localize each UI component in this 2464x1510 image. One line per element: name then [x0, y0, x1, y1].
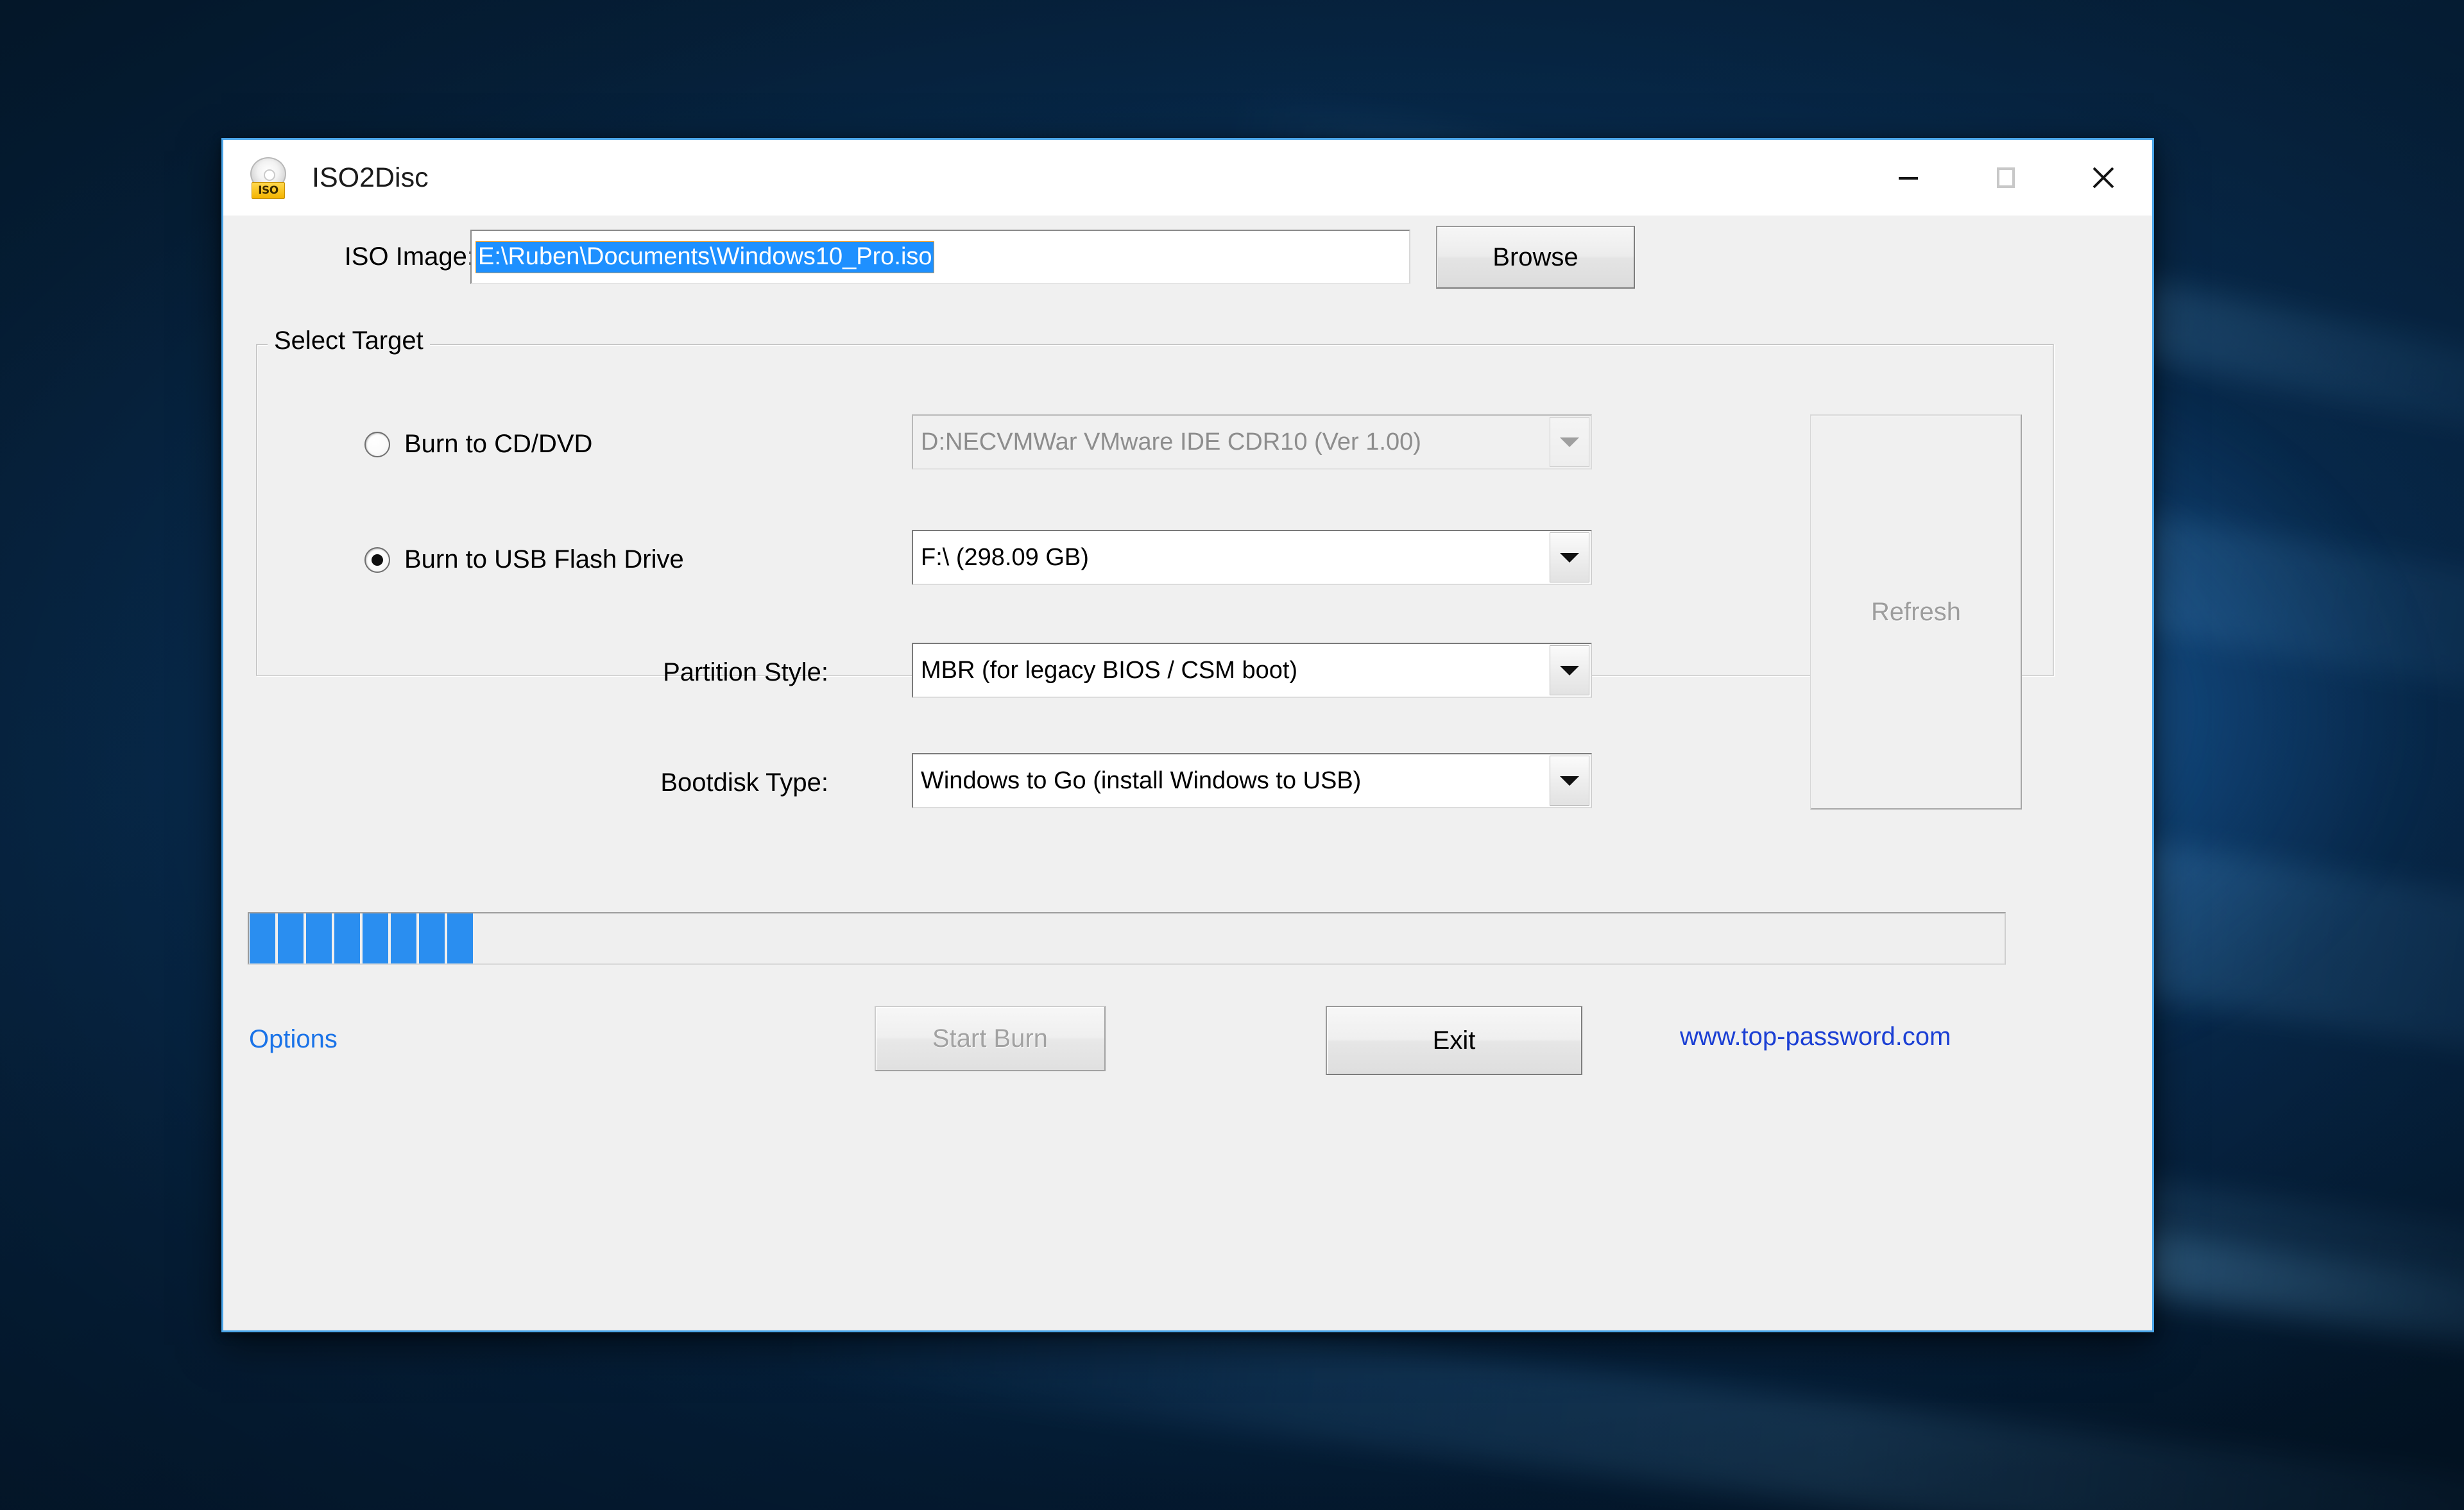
progress-bar-fill [249, 913, 473, 963]
window-title: ISO2Disc [312, 162, 429, 193]
exit-button[interactable]: Exit [1326, 1006, 1582, 1075]
cd-drive-value: D:NECVMWar VMware IDE CDR10 (Ver 1.00) [921, 428, 1421, 455]
progress-segment [419, 913, 445, 963]
chevron-down-icon[interactable] [1550, 645, 1589, 695]
progress-segment [278, 913, 304, 963]
start-burn-button[interactable]: Start Burn [875, 1006, 1106, 1071]
iso-icon-tag-label: ISO [252, 182, 285, 199]
partition-style-value: MBR (for legacy BIOS / CSM boot) [921, 656, 1298, 684]
iso2disc-window: ISO ISO2Disc ISO Image: E:\Ruben\Documen… [221, 138, 2154, 1332]
window-controls [1860, 140, 2152, 216]
radio-checked-icon [364, 547, 390, 573]
radio-burn-to-cd-dvd-label: Burn to CD/DVD [404, 430, 593, 458]
select-target-group: Select Target Burn to CD/DVD Burn to USB… [256, 327, 2054, 810]
bootdisk-type-value: Windows to Go (install Windows to USB) [921, 767, 1362, 794]
partition-style-label: Partition Style: [663, 658, 828, 686]
iso-image-label: ISO Image: [344, 242, 474, 271]
chevron-down-icon[interactable] [1550, 756, 1589, 806]
title-bar[interactable]: ISO ISO2Disc [223, 140, 2152, 216]
progress-segment [250, 913, 275, 963]
refresh-button[interactable]: Refresh [1810, 414, 2022, 810]
usb-drive-value: F:\ (298.09 GB) [921, 543, 1089, 571]
bootdisk-type-select[interactable]: Windows to Go (install Windows to USB) [912, 753, 1592, 808]
progress-segment [334, 913, 360, 963]
minimize-button[interactable] [1860, 140, 1957, 216]
select-target-legend: Select Target [268, 327, 430, 355]
progress-bar [248, 912, 2006, 965]
browse-button[interactable]: Browse [1436, 226, 1635, 289]
maximize-button[interactable] [1957, 140, 2055, 216]
iso-disc-icon: ISO [246, 156, 290, 199]
partition-style-select[interactable]: MBR (for legacy BIOS / CSM boot) [912, 643, 1592, 698]
progress-segment [363, 913, 388, 963]
radio-burn-to-usb[interactable]: Burn to USB Flash Drive [364, 545, 684, 574]
progress-segment [391, 913, 416, 963]
radio-burn-to-cd-dvd[interactable]: Burn to CD/DVD [364, 430, 592, 459]
close-button[interactable] [2055, 140, 2152, 216]
usb-drive-select[interactable]: F:\ (298.09 GB) [912, 530, 1592, 585]
window-client-area: ISO Image: E:\Ruben\Documents\Windows10_… [223, 216, 2152, 1330]
minimize-icon [1894, 163, 1923, 192]
progress-segment [447, 913, 473, 963]
progress-segment [306, 913, 332, 963]
options-link[interactable]: Options [249, 1025, 338, 1054]
website-link[interactable]: www.top-password.com [1680, 1022, 1951, 1051]
bootdisk-type-label: Bootdisk Type: [660, 768, 828, 797]
iso-image-value: E:\Ruben\Documents\Windows10_Pro.iso [476, 241, 934, 273]
iso-image-input[interactable]: E:\Ruben\Documents\Windows10_Pro.iso [470, 230, 1410, 284]
chevron-down-icon[interactable] [1550, 532, 1589, 582]
maximize-icon [1991, 163, 2021, 192]
radio-unchecked-icon [364, 431, 390, 457]
iso-image-row: ISO Image: E:\Ruben\Documents\Windows10_… [223, 216, 2152, 331]
chevron-down-icon [1550, 417, 1589, 467]
close-icon [2087, 161, 2120, 194]
cd-drive-select: D:NECVMWar VMware IDE CDR10 (Ver 1.00) [912, 414, 1592, 470]
radio-burn-to-usb-label: Burn to USB Flash Drive [404, 545, 684, 573]
